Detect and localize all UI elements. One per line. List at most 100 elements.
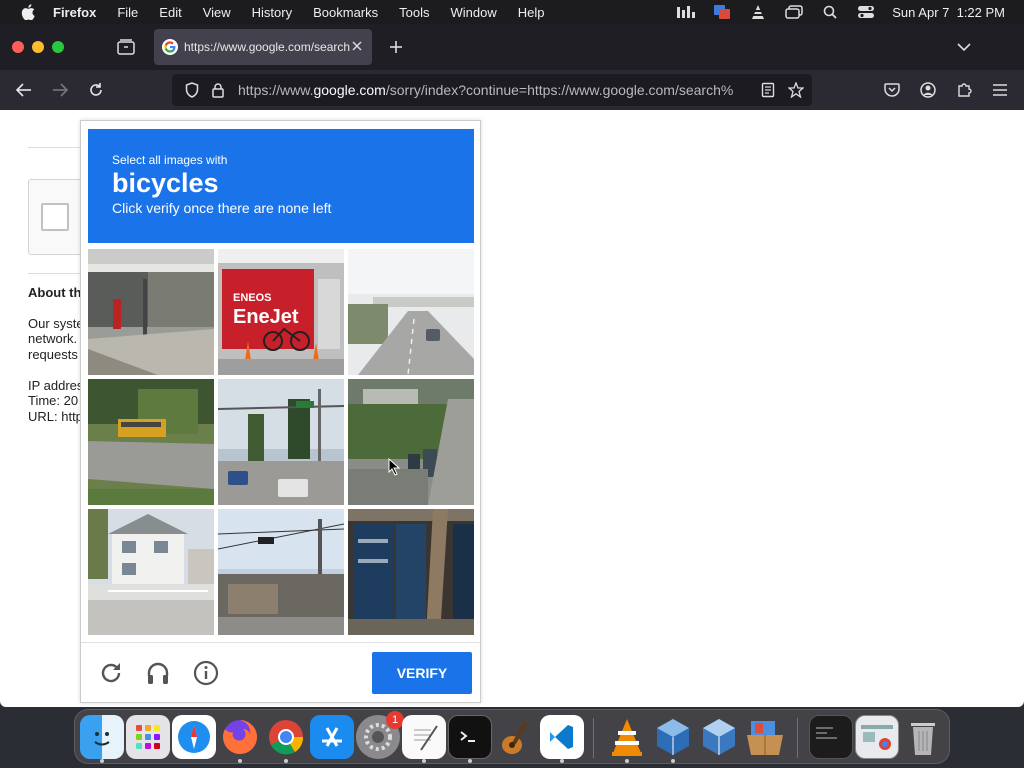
minimize-window-button[interactable] xyxy=(32,41,44,53)
instruction-subtext: Click verify once there are none left xyxy=(112,200,332,216)
captcha-tile-3[interactable] xyxy=(348,249,474,375)
captcha-challenge-dialog: Select all images with bicycles Click ve… xyxy=(80,120,481,703)
page-text-line: Time: 20 xyxy=(28,393,79,408)
apple-menu-icon[interactable] xyxy=(17,4,39,20)
macos-menubar: Firefox File Edit View History Bookmarks… xyxy=(0,0,1024,24)
menu-window[interactable]: Window xyxy=(451,5,497,20)
menu-file[interactable]: File xyxy=(117,5,138,20)
target-object-label: bicycles xyxy=(112,168,219,198)
svg-text:EneJet: EneJet xyxy=(233,306,299,328)
tab-title: https://www.google.com/search xyxy=(184,40,350,54)
new-tab-plus-icon[interactable] xyxy=(386,38,406,56)
running-indicator xyxy=(625,759,629,763)
spotlight-search-icon[interactable] xyxy=(820,4,840,20)
instruction-text: Select all images with xyxy=(112,153,228,167)
firefox-dock-icon[interactable] xyxy=(218,715,262,759)
stats-menu-icon[interactable] xyxy=(676,4,696,20)
menu-edit[interactable]: Edit xyxy=(159,5,181,20)
finder-icon[interactable] xyxy=(80,715,124,759)
captcha-image-grid: ENEOS EneJet xyxy=(88,249,474,635)
url-text[interactable]: https://www.google.com/sorry/index?conti… xyxy=(238,82,750,98)
captcha-tile-9[interactable] xyxy=(348,509,474,635)
menu-bookmarks[interactable]: Bookmarks xyxy=(313,5,378,20)
recaptcha-anchor-frame xyxy=(28,179,88,255)
captcha-footer: VERIFY xyxy=(81,642,480,703)
virtualbox-icon[interactable] xyxy=(651,715,695,759)
app-store-icon[interactable] xyxy=(310,715,354,759)
menu-help[interactable]: Help xyxy=(518,5,545,20)
dock-separator xyxy=(593,718,594,758)
zoom-window-button[interactable] xyxy=(52,41,64,53)
trash-icon[interactable] xyxy=(901,715,945,759)
svg-text:ENEOS: ENEOS xyxy=(233,292,272,304)
page-text-line: Our syste xyxy=(28,316,84,331)
virtualbox-vm-icon[interactable] xyxy=(697,715,741,759)
help-info-icon[interactable] xyxy=(193,660,219,686)
tab-close-icon[interactable] xyxy=(350,39,364,53)
extensions-puzzle-icon[interactable] xyxy=(954,80,974,100)
running-indicator xyxy=(422,759,426,763)
account-icon[interactable] xyxy=(918,80,938,100)
captcha-tile-5[interactable] xyxy=(218,379,344,505)
vscode-icon[interactable] xyxy=(540,715,584,759)
pocket-icon[interactable] xyxy=(882,80,902,100)
vlc-menu-icon[interactable] xyxy=(748,4,768,20)
menu-tools[interactable]: Tools xyxy=(399,5,429,20)
system-settings-icon[interactable]: 1 xyxy=(356,711,404,759)
launchpad-icon[interactable] xyxy=(126,715,170,759)
list-all-tabs-chevron-icon[interactable] xyxy=(954,38,974,56)
captcha-tile-7[interactable] xyxy=(88,509,214,635)
browser-tab-bar: https://www.google.com/search xyxy=(0,24,1024,70)
divider xyxy=(28,147,88,148)
forward-arrow-icon[interactable] xyxy=(50,80,70,100)
back-arrow-icon[interactable] xyxy=(14,80,34,100)
garageband-guitar-icon[interactable] xyxy=(494,715,538,759)
divider xyxy=(28,273,88,274)
menu-view[interactable]: View xyxy=(203,5,231,20)
menu-app-name[interactable]: Firefox xyxy=(53,5,96,20)
verify-button[interactable]: VERIFY xyxy=(372,652,472,694)
page-text-line: network. xyxy=(28,331,78,346)
reader-view-icon[interactable] xyxy=(758,80,778,100)
window-menu-icon[interactable] xyxy=(784,4,804,20)
page-text-line: requests xyxy=(28,347,78,362)
tracking-protection-shield-icon[interactable] xyxy=(182,80,202,100)
safari-icon[interactable] xyxy=(172,715,216,759)
minimized-chrome-window-thumbnail[interactable] xyxy=(855,715,899,759)
active-tab[interactable]: https://www.google.com/search xyxy=(154,29,372,65)
dock-separator xyxy=(797,718,798,758)
running-indicator xyxy=(468,759,472,763)
running-indicator xyxy=(671,759,675,763)
captcha-tile-6[interactable] xyxy=(348,379,474,505)
archive-utility-box-icon[interactable] xyxy=(743,715,787,759)
address-bar[interactable]: https://www.google.com/sorry/index?conti… xyxy=(172,74,812,106)
captcha-tile-4[interactable] xyxy=(88,379,214,505)
audio-challenge-headphones-icon[interactable] xyxy=(145,660,171,686)
textedit-icon[interactable] xyxy=(402,715,446,759)
reload-challenge-icon[interactable] xyxy=(98,660,124,686)
terminal-icon[interactable] xyxy=(448,715,492,759)
bookmark-star-icon[interactable] xyxy=(786,80,806,100)
captcha-tile-2[interactable]: ENEOS EneJet xyxy=(218,249,344,375)
running-indicator xyxy=(100,759,104,763)
page-text-line: URL: http xyxy=(28,409,83,424)
mouse-cursor-icon xyxy=(388,458,400,476)
vlc-icon[interactable] xyxy=(605,715,649,759)
browser-nav-bar: https://www.google.com/sorry/index?conti… xyxy=(0,70,1024,110)
firefox-view-icon[interactable] xyxy=(116,38,136,56)
hamburger-menu-icon[interactable] xyxy=(990,80,1010,100)
menu-history[interactable]: History xyxy=(252,5,292,20)
captcha-tile-1[interactable] xyxy=(88,249,214,375)
menubar-clock[interactable]: Sun Apr 7 1:22 PM xyxy=(892,5,1005,20)
screen-share-menu-icon[interactable] xyxy=(712,4,732,20)
recaptcha-checkbox[interactable] xyxy=(41,203,69,231)
lock-icon[interactable] xyxy=(208,80,228,100)
running-indicator xyxy=(284,759,288,763)
chrome-icon[interactable] xyxy=(264,715,308,759)
close-window-button[interactable] xyxy=(12,41,24,53)
captcha-tile-8[interactable] xyxy=(218,509,344,635)
minimized-terminal-window-thumbnail[interactable] xyxy=(809,715,853,759)
captcha-instruction-header: Select all images with bicycles Click ve… xyxy=(88,129,474,243)
control-center-icon[interactable] xyxy=(856,4,876,20)
reload-icon[interactable] xyxy=(86,80,106,100)
